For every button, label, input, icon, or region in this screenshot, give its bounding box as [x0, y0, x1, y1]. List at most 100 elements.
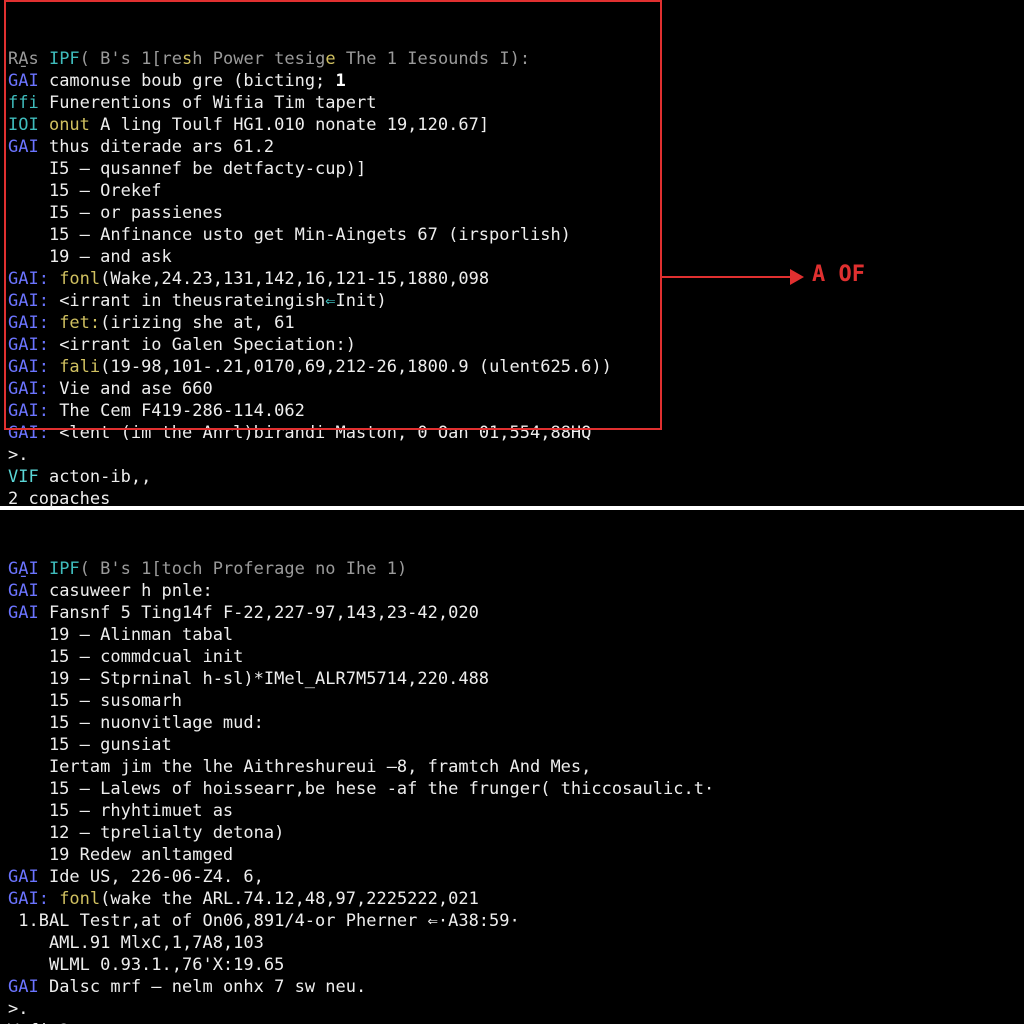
- terminal-text-segment: 15 – nuonvitlage mud:: [8, 713, 264, 733]
- terminal-text-segment: GAI: [8, 867, 49, 887]
- top-line: GAI: fet:(irizing she at, 61: [8, 312, 1016, 334]
- bottom-line: 1.BAL Testr,at of On06,891/4-or Pherner …: [8, 910, 1016, 932]
- terminal-text-segment: The Cem F419-286-114.062: [59, 401, 305, 421]
- top-line: 19 – and ask: [8, 246, 1016, 268]
- terminal-text-segment: GAI: [8, 581, 49, 601]
- terminal-text-segment: ⇐: [325, 291, 335, 311]
- terminal-text-segment: RA̱s: [8, 49, 49, 69]
- bottom-line: GAI Fansnf 5 Ting14f F-22,227-97,143,23-…: [8, 602, 1016, 624]
- bottom-line: GA̱I IPF( B's 1[toch Proferage no Ihe 1): [8, 558, 1016, 580]
- top-line: GAI thus diterade ars 61.2: [8, 136, 1016, 158]
- bottom-line: 15 – rhyhtimuet as: [8, 800, 1016, 822]
- terminal-text-segment: 19 Redew anltamged: [8, 845, 233, 865]
- terminal-text-segment: casuweer h pnle:: [49, 581, 213, 601]
- terminal-output-bottom: GA̱I IPF( B's 1[toch Proferage no Ihe 1)…: [8, 558, 1016, 1024]
- terminal-text-segment: GAI: [8, 977, 49, 997]
- terminal-text-segment: (wake the ARL.74.12,48,97,2225222,021: [100, 889, 479, 909]
- bottom-line: 19 – Stprninal h-sl)*IMel_ALR7M5714,220.…: [8, 668, 1016, 690]
- terminal-text-segment: ffi: [8, 93, 49, 113]
- terminal-text-segment: 15 – Anfinance usto get Min-Aingets 67 (…: [8, 225, 571, 245]
- terminal-text-segment: Dalsc mrf – nelm onhx 7 sw neu.: [49, 977, 366, 997]
- top-line: 15 – Orekef: [8, 180, 1016, 202]
- terminal-text-segment: GAI:: [8, 269, 59, 289]
- bottom-line: W:fi.2,: [8, 1020, 1016, 1024]
- terminal-text-segment: onut: [49, 115, 100, 135]
- terminal-text-segment: >.: [8, 999, 28, 1019]
- terminal-text-segment: I5 – or passienes: [8, 203, 223, 223]
- terminal-text-segment: GAI: [8, 71, 49, 91]
- terminal-pane-top[interactable]: RA̱s IPF( B's 1[resh Power tesige The 1 …: [0, 0, 1024, 510]
- bottom-line: GAI Dalsc mrf – nelm onhx 7 sw neu.: [8, 976, 1016, 998]
- terminal-text-segment: 15 – commdcual init: [8, 647, 243, 667]
- terminal-text-segment: 19 – Alinman tabal: [8, 625, 233, 645]
- terminal-text-segment: GAI:: [8, 335, 59, 355]
- bottom-line: Iertam jim the lhe Aithreshureui —8, fra…: [8, 756, 1016, 778]
- terminal-text-segment: Ide US, 226-06-Z4. 6,: [49, 867, 264, 887]
- terminal-text-segment: 15 – susomarh: [8, 691, 182, 711]
- terminal-text-segment: WLML 0.93.1.,76'X:19.65: [8, 955, 284, 975]
- terminal-text-segment: <irrant in theusrateingish: [59, 291, 325, 311]
- terminal-text-segment: Iertam jim the lhe Aithreshureui —8, fra…: [8, 757, 591, 777]
- top-line: GAI camonuse boub gre (bicting; 1: [8, 70, 1016, 92]
- terminal-text-segment: (Wake,24.23,131,142,16,121-15,1880,098: [100, 269, 489, 289]
- terminal-text-segment: h Power tesig: [192, 49, 325, 69]
- top-line: GAI: The Cem F419-286-114.062: [8, 400, 1016, 422]
- terminal-text-segment: A ling Toulf HG1.010 nonate 19,120.67]: [100, 115, 489, 135]
- terminal-output-top: RA̱s IPF( B's 1[resh Power tesige The 1 …: [8, 48, 1016, 532]
- terminal-text-segment: >.: [8, 445, 28, 465]
- terminal-text-segment: 15 – gunsiat: [8, 735, 172, 755]
- terminal-text-segment: Vie and ase 660: [59, 379, 213, 399]
- terminal-text-segment: fonl: [59, 889, 100, 909]
- terminal-text-segment: ( B's 1[re: [80, 49, 182, 69]
- top-line: GAI: <irrant in theusrateingish⇐Init): [8, 290, 1016, 312]
- terminal-text-segment: 2 copaches: [8, 489, 110, 509]
- terminal-text-segment: GAI:: [8, 357, 59, 377]
- terminal-text-segment: 19 – and ask: [8, 247, 172, 267]
- terminal-text-segment: AML.91 MlxC,1,7A8,103: [8, 933, 264, 953]
- bottom-line: 15 – susomarh: [8, 690, 1016, 712]
- terminal-text-segment: IOI: [8, 115, 49, 135]
- terminal-text-segment: 1: [336, 71, 346, 91]
- terminal-text-segment: 12 – tprelialty detona): [8, 823, 284, 843]
- bottom-line: WLML 0.93.1.,76'X:19.65: [8, 954, 1016, 976]
- terminal-text-segment: GAI:: [8, 379, 59, 399]
- terminal-text-segment: The 1 Iesounds I):: [336, 49, 530, 69]
- bottom-line: 12 – tprelialty detona): [8, 822, 1016, 844]
- bottom-line: 15 – commdcual init: [8, 646, 1016, 668]
- terminal-text-segment: Init): [336, 291, 387, 311]
- terminal-text-segment: GAI:: [8, 889, 59, 909]
- terminal-pane-bottom[interactable]: GA̱I IPF( B's 1[toch Proferage no Ihe 1)…: [0, 510, 1024, 1020]
- terminal-text-segment: ( B's 1[toch Proferage no Ihe 1): [80, 559, 408, 579]
- terminal-text-segment: fali: [59, 357, 100, 377]
- bottom-line: GAI: fonl(wake the ARL.74.12,48,97,22252…: [8, 888, 1016, 910]
- terminal-text-segment: s: [182, 49, 192, 69]
- terminal-text-segment: 15 – rhyhtimuet as: [8, 801, 233, 821]
- bottom-line: 19 Redew anltamged: [8, 844, 1016, 866]
- bottom-line: GAI Ide US, 226-06-Z4. 6,: [8, 866, 1016, 888]
- terminal-text-segment: Funerentions of Wifia Tim tapert: [49, 93, 377, 113]
- terminal-text-segment: I5 – qusannef be detfacty-cup)]: [8, 159, 366, 179]
- terminal-text-segment: fonl: [59, 269, 100, 289]
- terminal-text-segment: (19-98,101-.21,0170,69,212-26,1800.9 (ul…: [100, 357, 612, 377]
- terminal-text-segment: <irrant io Galen Speciation:): [59, 335, 356, 355]
- top-line: 2 copaches: [8, 488, 1016, 510]
- top-line: RA̱s IPF( B's 1[resh Power tesige The 1 …: [8, 48, 1016, 70]
- terminal-text-segment: GAI:: [8, 423, 59, 443]
- terminal-text-segment: IPF: [49, 49, 80, 69]
- terminal-text-segment: 19 – Stprninal h-sl)*IMel_ALR7M5714,220.…: [8, 669, 489, 689]
- top-line: VIF acton-ib,,: [8, 466, 1016, 488]
- top-line: 15 – Anfinance usto get Min-Aingets 67 (…: [8, 224, 1016, 246]
- terminal-text-segment: IPF: [49, 559, 80, 579]
- bottom-line: 15 – gunsiat: [8, 734, 1016, 756]
- terminal-text-segment: GAI:: [8, 291, 59, 311]
- terminal-text-segment: Fansnf 5 Ting14f F-22,227-97,143,23-42,0…: [49, 603, 479, 623]
- top-line: GAI: <irrant io Galen Speciation:): [8, 334, 1016, 356]
- bottom-line: >.: [8, 998, 1016, 1020]
- top-line: GAI: fonl(Wake,24.23,131,142,16,121-15,1…: [8, 268, 1016, 290]
- terminal-text-segment: GAI: [8, 603, 49, 623]
- terminal-text-segment: fet:: [59, 313, 100, 333]
- top-line: ffi Funerentions of Wifia Tim tapert: [8, 92, 1016, 114]
- top-line: GAI: <lent (im the Anrl)birandi Maston, …: [8, 422, 1016, 444]
- terminal-text-segment: 15 – Lalews of hoissearr,be hese -af the…: [8, 779, 714, 799]
- top-line: IOI onut A ling Toulf HG1.010 nonate 19,…: [8, 114, 1016, 136]
